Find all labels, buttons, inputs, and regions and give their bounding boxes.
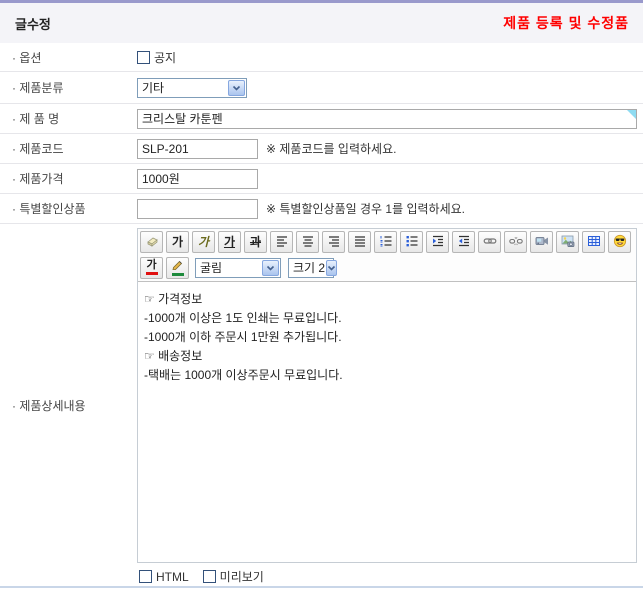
outdent-icon xyxy=(457,234,471,250)
ime-corner-marker xyxy=(627,110,636,119)
bold-button[interactable]: 가 xyxy=(166,231,189,253)
unlink-icon xyxy=(509,234,523,250)
row-product-code: · 제품코드 ※ 제품코드를 입력하세요. xyxy=(0,134,643,164)
html-mode-checkbox[interactable] xyxy=(139,570,152,583)
ordered-list-icon xyxy=(379,234,393,250)
editor-mode-options: HTML 미리보기 xyxy=(137,563,643,587)
product-name-label: · 제 품 명 xyxy=(0,110,137,127)
align-right-icon xyxy=(327,234,341,250)
italic-button[interactable]: 가 xyxy=(192,231,215,253)
table-icon xyxy=(587,234,601,250)
chevron-down-icon xyxy=(262,260,279,276)
content-line: ☞ 배송정보 xyxy=(144,347,630,366)
align-left-icon xyxy=(275,234,289,250)
product-detail-label: · 제품상세내용 xyxy=(0,397,137,414)
option-label: · 옵션 xyxy=(0,49,137,66)
font-color-swatch xyxy=(146,272,158,275)
align-center-button[interactable] xyxy=(296,231,319,253)
editor-toolbar-row1: 가 가 가 과 xyxy=(138,229,636,255)
unordered-list-button[interactable] xyxy=(400,231,423,253)
unordered-list-icon xyxy=(405,234,419,250)
page-title: 글수정 xyxy=(15,14,51,33)
image-icon xyxy=(561,234,575,250)
preview-checkbox[interactable] xyxy=(203,570,216,583)
underline-button[interactable]: 가 xyxy=(218,231,241,253)
chevron-down-icon xyxy=(326,260,337,276)
font-family-select[interactable]: 굴림 xyxy=(195,258,281,278)
video-button[interactable] xyxy=(530,231,553,253)
preview-label: 미리보기 xyxy=(220,568,264,585)
underline-icon: 가 xyxy=(224,236,235,248)
video-camera-icon xyxy=(535,234,549,250)
justify-icon xyxy=(353,234,367,250)
content-line: ☞ 가격정보 xyxy=(144,290,630,309)
eraser-icon xyxy=(145,234,159,250)
align-left-button[interactable] xyxy=(270,231,293,253)
rich-text-editor: 가 가 가 과 xyxy=(137,228,637,563)
row-product-detail: · 제품상세내용 가 가 가 과 xyxy=(0,224,643,588)
strikethrough-button[interactable]: 과 xyxy=(244,231,267,253)
category-select-value: 기타 xyxy=(138,79,164,96)
editor-content[interactable]: ☞ 가격정보 -1000개 이상은 1도 인쇄는 무료입니다. -1000개 이… xyxy=(138,281,636,562)
font-family-select-value: 굴림 xyxy=(196,259,222,276)
content-line: -1000개 이하 주문시 1만원 추가됩니다. xyxy=(144,328,630,347)
outdent-button[interactable] xyxy=(452,231,475,253)
row-special-discount: · 특별할인상품 ※ 특별할인상품일 경우 1를 입력하세요. xyxy=(0,194,643,224)
special-discount-input[interactable] xyxy=(137,199,258,219)
italic-icon: 가 xyxy=(198,236,209,248)
special-discount-hint: ※ 특별할인상품일 경우 1를 입력하세요. xyxy=(266,200,465,217)
product-code-input[interactable] xyxy=(137,139,258,159)
content-line: -택배는 1000개 이상주문시 무료입니다. xyxy=(144,366,630,385)
link-icon xyxy=(483,234,497,250)
product-code-hint: ※ 제품코드를 입력하세요. xyxy=(266,140,396,157)
special-discount-label: · 특별할인상품 xyxy=(0,200,137,217)
row-product-price: · 제품가격 xyxy=(0,164,643,194)
align-center-icon xyxy=(301,234,315,250)
smiley-icon xyxy=(613,234,627,250)
page-subtitle: 제품 등록 및 수정품 xyxy=(503,13,629,33)
font-size-select[interactable]: 크기 2 xyxy=(288,258,334,278)
ordered-list-button[interactable] xyxy=(374,231,397,253)
product-name-input[interactable] xyxy=(137,109,637,129)
chevron-down-icon xyxy=(228,80,245,96)
image-button[interactable] xyxy=(556,231,579,253)
remove-format-button[interactable] xyxy=(140,231,163,253)
page-header: 글수정 제품 등록 및 수정품 xyxy=(0,3,643,43)
table-button[interactable] xyxy=(582,231,605,253)
strikethrough-icon: 과 xyxy=(250,236,261,248)
highlight-color-button[interactable] xyxy=(166,257,189,279)
content-line: -1000개 이상은 1도 인쇄는 무료입니다. xyxy=(144,309,630,328)
product-price-label: · 제품가격 xyxy=(0,170,137,187)
pencil-icon xyxy=(171,260,184,272)
category-label: · 제품분류 xyxy=(0,79,137,96)
row-category: · 제품분류 기타 xyxy=(0,72,643,104)
font-color-button[interactable]: 가 xyxy=(140,257,163,279)
align-right-button[interactable] xyxy=(322,231,345,253)
bold-icon: 가 xyxy=(172,236,183,248)
editor-toolbar-row2: 가 굴림 크기 2 xyxy=(138,255,636,281)
indent-button[interactable] xyxy=(426,231,449,253)
row-option: · 옵션 공지 xyxy=(0,43,643,72)
link-button[interactable] xyxy=(478,231,501,253)
emoticon-button[interactable] xyxy=(608,231,631,253)
indent-icon xyxy=(431,234,445,250)
row-product-name: · 제 품 명 xyxy=(0,104,643,134)
notice-checkbox-label: 공지 xyxy=(154,49,176,66)
font-color-icon: 가 xyxy=(146,260,156,271)
product-code-label: · 제품코드 xyxy=(0,140,137,157)
font-size-select-value: 크기 2 xyxy=(289,259,325,276)
unlink-button[interactable] xyxy=(504,231,527,253)
notice-checkbox[interactable] xyxy=(137,51,150,64)
category-select[interactable]: 기타 xyxy=(137,78,247,98)
html-mode-label: HTML xyxy=(156,570,189,584)
justify-button[interactable] xyxy=(348,231,371,253)
product-price-input[interactable] xyxy=(137,169,258,189)
highlight-color-swatch xyxy=(172,273,184,276)
